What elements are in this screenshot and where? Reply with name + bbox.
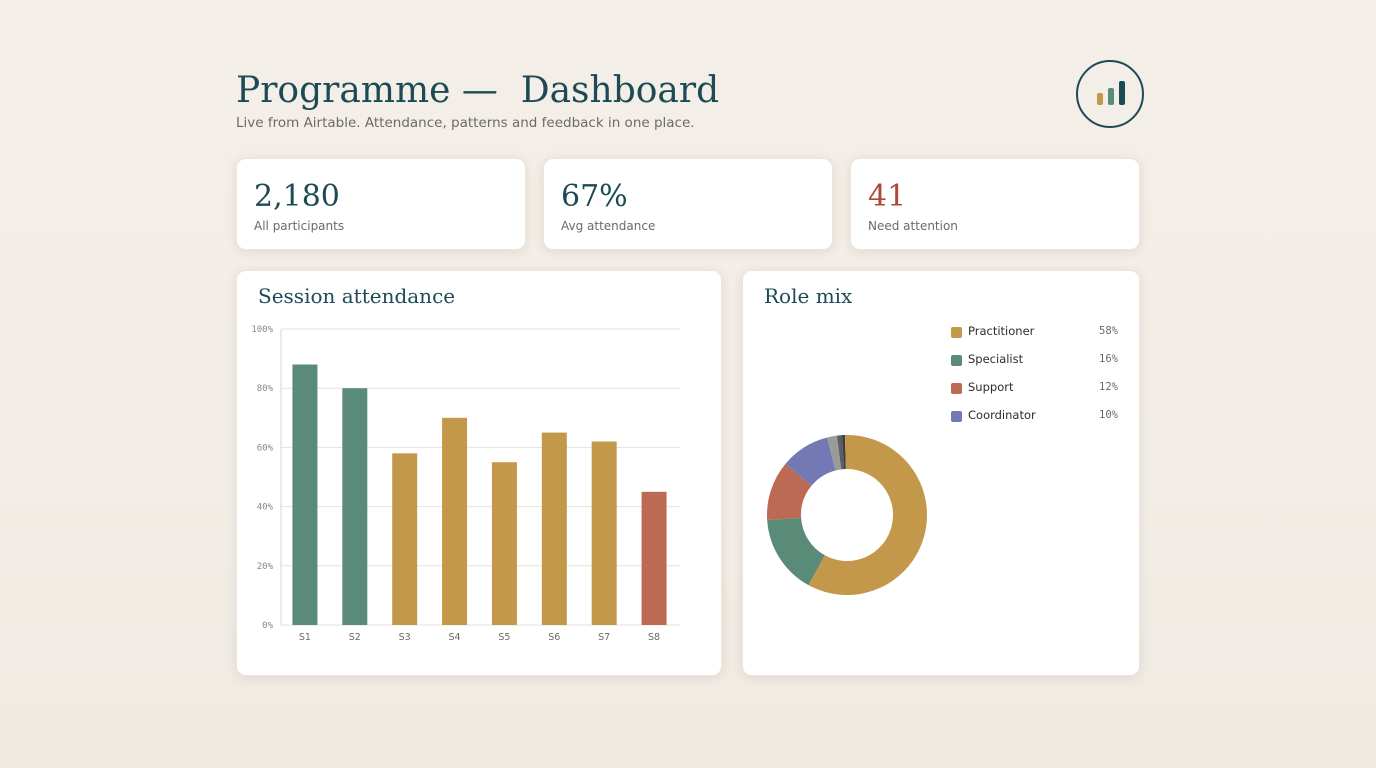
legend-item: Practitioner 58%: [951, 323, 1118, 351]
x-tick-label: S7: [598, 632, 610, 643]
bar: [342, 388, 368, 625]
bar-chart: 0% 20% 40% 60% 80% 100% S1 S2 S3 S4 S5 S6 S7 S8: [251, 325, 680, 643]
legend-value: 12%: [1099, 381, 1118, 393]
session-attendance-panel: Session attendance 0% 20% 40% 60% 80% 100% S1 S…: [236, 270, 722, 676]
x-tick-label: S2: [349, 632, 361, 643]
legend-value: 58%: [1099, 325, 1118, 337]
bar: [641, 491, 667, 625]
bar: [591, 441, 617, 625]
x-tick-label: S8: [648, 632, 660, 643]
legend: Practitioner 58% Specialist 16% Support …: [951, 323, 1118, 435]
kpi-card-attendance: 67% Avg attendance: [543, 158, 833, 250]
kpi-label: Avg attendance: [561, 219, 656, 233]
legend-item: Coordinator 10%: [951, 407, 1118, 435]
legend-label: Coordinator: [968, 408, 1036, 422]
y-tick-label: 20%: [257, 562, 274, 572]
legend-item: Specialist 16%: [951, 351, 1118, 379]
kpi-label: All participants: [254, 219, 345, 233]
legend-label: Specialist: [968, 352, 1024, 366]
logo-badge: [1076, 60, 1144, 128]
legend-value: 16%: [1099, 353, 1118, 365]
x-tick-label: S1: [299, 632, 311, 643]
legend-label: Support: [968, 380, 1014, 394]
legend-swatch: [951, 355, 962, 366]
legend-swatch: [951, 411, 962, 422]
legend-swatch: [951, 327, 962, 338]
kpi-label: Need attention: [868, 219, 958, 233]
bar: [541, 432, 567, 625]
page-subtitle: Live from Airtable. Attendance, patterns…: [236, 115, 695, 131]
legend-item: Support 12%: [951, 379, 1118, 407]
legend-label: Practitioner: [968, 324, 1035, 338]
bar-chart-icon: [1119, 81, 1125, 105]
bar: [392, 453, 418, 625]
y-tick-label: 0%: [262, 621, 273, 631]
bar: [292, 364, 318, 625]
y-tick-label: 40%: [257, 503, 274, 513]
page-title: Programme — Dashboard: [236, 70, 720, 111]
kpi-card-attention: 41 Need attention: [850, 158, 1140, 250]
y-tick-label: 100%: [251, 325, 273, 335]
legend-swatch: [951, 383, 962, 394]
x-tick-label: S3: [399, 632, 411, 643]
y-tick-label: 60%: [257, 443, 274, 453]
bar: [442, 417, 468, 625]
x-tick-label: S5: [498, 632, 510, 643]
kpi-card-participants: 2,180 All participants: [236, 158, 526, 250]
bar-chart-icon: [1097, 93, 1103, 105]
bar: [491, 462, 517, 625]
role-mix-panel: Role mix Practitioner 58% Specialist 16%…: [742, 270, 1140, 676]
x-tick-label: S4: [449, 632, 461, 643]
x-tick-label: S6: [548, 632, 560, 643]
legend-value: 10%: [1099, 409, 1118, 421]
kpi-value: 2,180: [254, 179, 340, 214]
bar-chart-icon: [1108, 88, 1114, 105]
y-tick-label: 80%: [257, 384, 274, 394]
kpi-value: 67%: [561, 179, 628, 214]
kpi-value: 41: [868, 179, 907, 214]
